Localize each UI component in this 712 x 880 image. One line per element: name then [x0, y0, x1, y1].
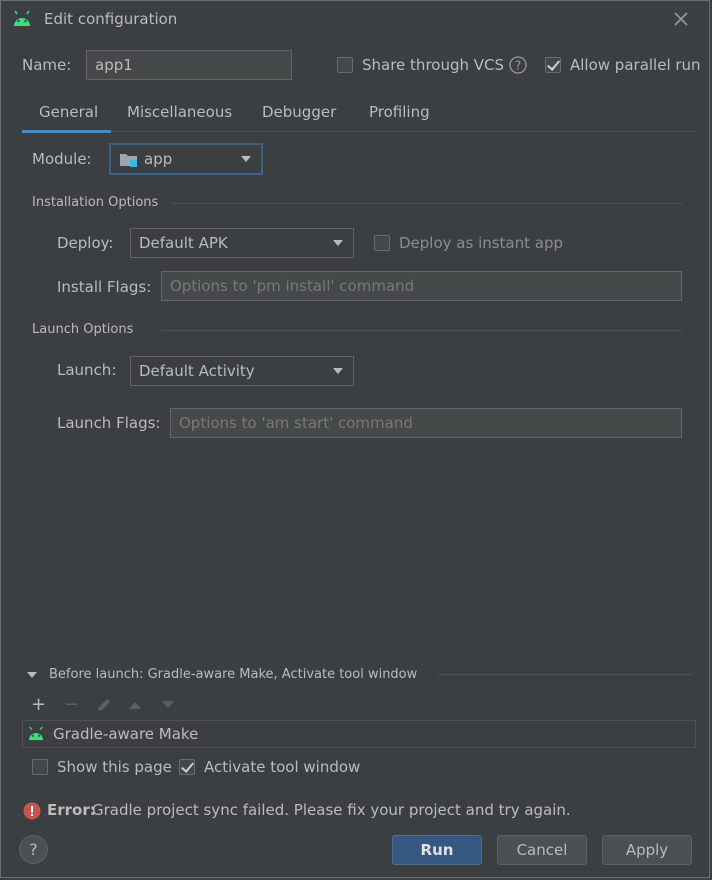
cancel-button[interactable]: Cancel: [497, 835, 587, 865]
add-icon[interactable]: +: [31, 694, 46, 715]
android-icon: [14, 11, 30, 26]
launch-section-title: Launch Options: [32, 322, 134, 337]
before-launch-divider: [438, 674, 692, 675]
tab-general[interactable]: General: [39, 103, 98, 121]
deploy-instant-label[interactable]: Deploy as instant app: [399, 234, 563, 252]
deploy-value: Default APK: [139, 234, 228, 252]
active-tab-indicator: [22, 130, 111, 133]
launch-value: Default Activity: [139, 362, 255, 380]
list-item[interactable]: Gradle-aware Make: [27, 725, 198, 743]
deploy-label: Deploy:: [57, 234, 114, 252]
tab-debugger[interactable]: Debugger: [262, 103, 336, 121]
launch-flags-placeholder: Options to 'am start' command: [179, 414, 413, 432]
error-message: Gradle project sync failed. Please fix y…: [92, 801, 571, 819]
error-prefix: Error:: [47, 801, 96, 819]
android-icon: [29, 727, 43, 741]
install-flags-input[interactable]: Options to 'pm install' command: [161, 271, 682, 301]
allow-parallel-label[interactable]: Allow parallel run: [570, 56, 701, 74]
remove-icon[interactable]: −: [64, 694, 79, 715]
deploy-instant-checkbox[interactable]: [374, 235, 390, 251]
install-flags-placeholder: Options to 'pm install' command: [170, 277, 415, 295]
window-title: Edit configuration: [44, 10, 178, 28]
share-vcs-checkbox[interactable]: [337, 57, 353, 73]
chevron-down-icon: [333, 368, 343, 374]
apply-button[interactable]: Apply: [602, 835, 692, 865]
module-folder-icon: [120, 154, 137, 167]
installation-section-title: Installation Options: [32, 195, 159, 210]
edit-pencil-icon[interactable]: [96, 697, 112, 713]
tab-miscellaneous[interactable]: Miscellaneous: [127, 103, 232, 121]
share-vcs-label[interactable]: Share through VCS: [362, 56, 504, 74]
install-flags-label: Install Flags:: [57, 278, 152, 296]
module-label: Module:: [32, 150, 92, 168]
deploy-combobox[interactable]: Default APK: [130, 228, 354, 258]
run-button[interactable]: Run: [392, 835, 482, 865]
launch-divider: [161, 330, 682, 331]
help-button[interactable]: ?: [19, 835, 48, 864]
move-up-icon[interactable]: [128, 700, 142, 710]
module-combobox[interactable]: app: [109, 143, 263, 175]
before-launch-list: Gradle-aware Make: [22, 720, 696, 748]
launch-combobox[interactable]: Default Activity: [130, 356, 354, 386]
show-page-label[interactable]: Show this page: [57, 758, 172, 776]
show-page-checkbox[interactable]: [32, 759, 48, 775]
chevron-down-icon: [241, 156, 251, 162]
tab-profiling[interactable]: Profiling: [369, 103, 430, 121]
error-icon: [23, 802, 41, 820]
svg-text:?: ?: [515, 59, 521, 73]
before-launch-title[interactable]: Before launch: Gradle-aware Make, Activa…: [49, 667, 417, 682]
activate-tool-label[interactable]: Activate tool window: [204, 758, 360, 776]
activate-tool-checkbox[interactable]: [179, 759, 195, 775]
move-down-icon[interactable]: [161, 700, 175, 710]
installation-divider: [172, 203, 682, 204]
collapse-triangle-icon[interactable]: [26, 670, 38, 680]
chevron-down-icon: [333, 240, 343, 246]
name-input[interactable]: app1: [86, 50, 292, 80]
tabs-divider: [22, 131, 696, 132]
allow-parallel-checkbox[interactable]: [545, 57, 561, 73]
help-circle-icon[interactable]: ?: [509, 56, 527, 74]
list-item-label: Gradle-aware Make: [53, 725, 199, 743]
launch-flags-label: Launch Flags:: [57, 414, 161, 432]
name-label: Name:: [22, 56, 72, 74]
close-icon[interactable]: [672, 10, 690, 28]
module-value: app: [144, 150, 173, 168]
launch-flags-input[interactable]: Options to 'am start' command: [170, 408, 682, 438]
launch-label: Launch:: [57, 361, 117, 379]
